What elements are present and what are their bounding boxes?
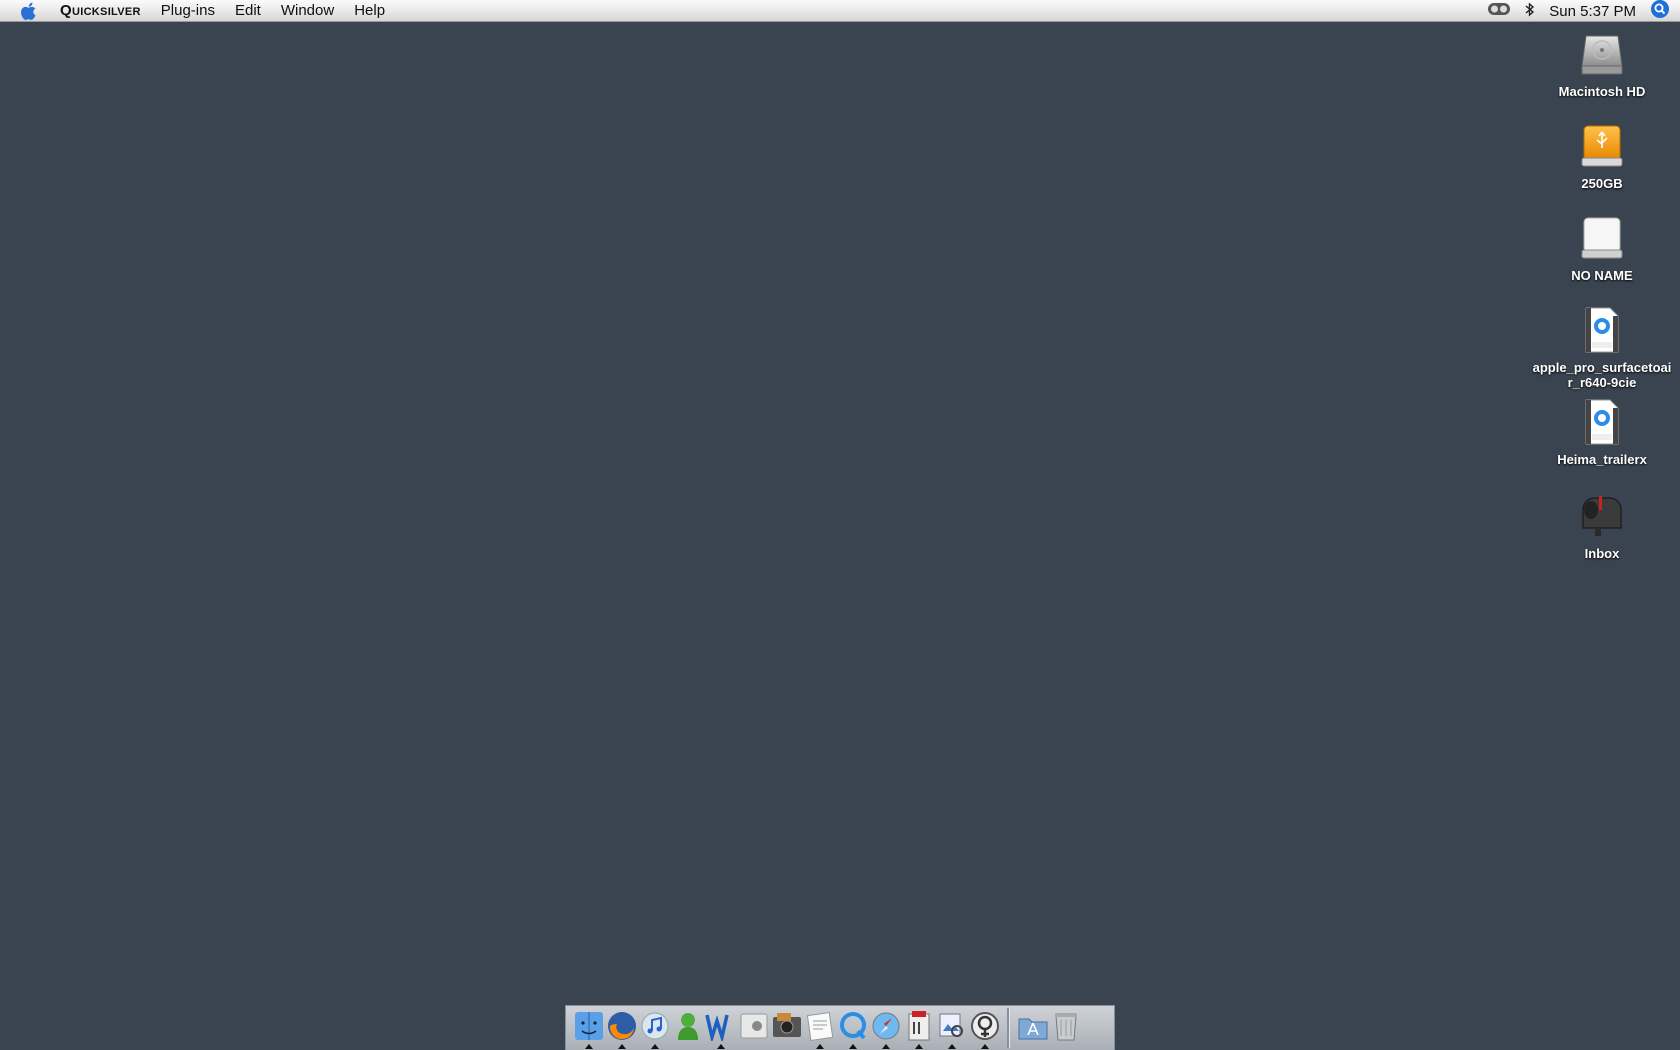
- desktop-icon-apple-pro-movie[interactable]: apple_pro_surfacetoair_r640-9cie: [1532, 304, 1672, 390]
- running-indicator: [882, 1044, 890, 1049]
- firefox-icon: [606, 1010, 638, 1047]
- script-editor-icon: [904, 1010, 934, 1047]
- menu-window[interactable]: Window: [271, 0, 344, 22]
- dock-quicksilver[interactable]: [968, 1008, 1001, 1049]
- desktop-icon-label: Macintosh HD: [1558, 84, 1646, 99]
- dock-adium[interactable]: [671, 1008, 704, 1048]
- menu-bar: Quicksilver Plug-ins Edit Window Help Su…: [0, 0, 1680, 22]
- quicktime-movie-icon: [1576, 396, 1628, 448]
- menu-clock[interactable]: Sun 5:37 PM: [1549, 3, 1636, 20]
- adium-icon: [674, 1010, 702, 1047]
- desktop-icon-inbox[interactable]: Inbox: [1532, 490, 1672, 561]
- apple-menu-icon[interactable]: [18, 1, 40, 21]
- display-mirror-icon[interactable]: [1487, 2, 1511, 20]
- quicktime-icon: [838, 1011, 868, 1046]
- dock-finder[interactable]: [572, 1008, 605, 1049]
- desktop-icon-heima-trailer[interactable]: Heima_trailerx: [1532, 396, 1672, 467]
- desktop-icon-macintosh-hd[interactable]: Macintosh HD: [1532, 28, 1672, 99]
- desktop-icon-no-name[interactable]: NO NAME: [1532, 212, 1672, 283]
- system-preferences-icon: [739, 1011, 769, 1046]
- menu-help[interactable]: Help: [344, 0, 395, 22]
- dock-iphoto[interactable]: [770, 1008, 803, 1048]
- quicktime-movie-icon: [1576, 304, 1628, 356]
- preview-icon: [937, 1011, 967, 1046]
- iphoto-icon: [771, 1011, 803, 1046]
- dock-quicktime[interactable]: [836, 1008, 869, 1049]
- running-indicator: [717, 1044, 725, 1049]
- menu-extras: Sun 5:37 PM: [1487, 0, 1680, 22]
- desktop-icon-label: 250GB: [1581, 176, 1623, 191]
- dock-textedit[interactable]: [803, 1008, 836, 1049]
- running-indicator: [981, 1044, 989, 1049]
- trash-icon: [1052, 1010, 1080, 1047]
- desktop-icon-label: NO NAME: [1571, 268, 1633, 283]
- dock-script-editor[interactable]: [902, 1008, 935, 1049]
- desktop-icon-250gb[interactable]: 250GB: [1532, 120, 1672, 191]
- running-indicator: [915, 1044, 923, 1049]
- dock-applications-folder[interactable]: [1016, 1008, 1049, 1048]
- desktop-icon-label: Heima_trailerx: [1557, 452, 1647, 467]
- word-icon: [704, 1011, 737, 1046]
- dock-itunes[interactable]: [638, 1008, 671, 1049]
- menu-app-name[interactable]: Quicksilver: [52, 0, 151, 22]
- safari-icon: [871, 1011, 901, 1046]
- dock: [565, 1005, 1115, 1050]
- spotlight-icon[interactable]: [1650, 0, 1670, 23]
- applications-folder-icon: [1017, 1011, 1049, 1046]
- running-indicator: [948, 1044, 956, 1049]
- dock-preview[interactable]: [935, 1008, 968, 1049]
- running-indicator: [618, 1044, 626, 1049]
- hard-drive-icon: [1576, 28, 1628, 80]
- dock-trash[interactable]: [1049, 1008, 1082, 1048]
- desktop-icon-label: apple_pro_surfacetoair_r640-9cie: [1532, 360, 1672, 390]
- dock-firefox[interactable]: [605, 1008, 638, 1049]
- textedit-icon: [805, 1011, 835, 1046]
- quicksilver-icon: [970, 1011, 1000, 1046]
- running-indicator: [651, 1044, 659, 1049]
- removable-disk-icon: [1576, 212, 1628, 264]
- bluetooth-icon[interactable]: [1525, 1, 1535, 21]
- dock-system-preferences[interactable]: [737, 1008, 770, 1048]
- desktop-icon-label: Inbox: [1584, 546, 1620, 561]
- menu-plug-ins[interactable]: Plug-ins: [151, 0, 225, 22]
- finder-icon: [574, 1011, 604, 1046]
- running-indicator: [585, 1044, 593, 1049]
- itunes-icon: [640, 1011, 670, 1046]
- dock-safari[interactable]: [869, 1008, 902, 1049]
- dock-word[interactable]: [704, 1008, 737, 1049]
- menu-edit[interactable]: Edit: [225, 0, 271, 22]
- dock-separator: [1007, 1008, 1010, 1048]
- running-indicator: [816, 1044, 824, 1049]
- mailbox-icon: [1576, 490, 1628, 542]
- running-indicator: [849, 1044, 857, 1049]
- usb-drive-icon: [1576, 120, 1628, 172]
